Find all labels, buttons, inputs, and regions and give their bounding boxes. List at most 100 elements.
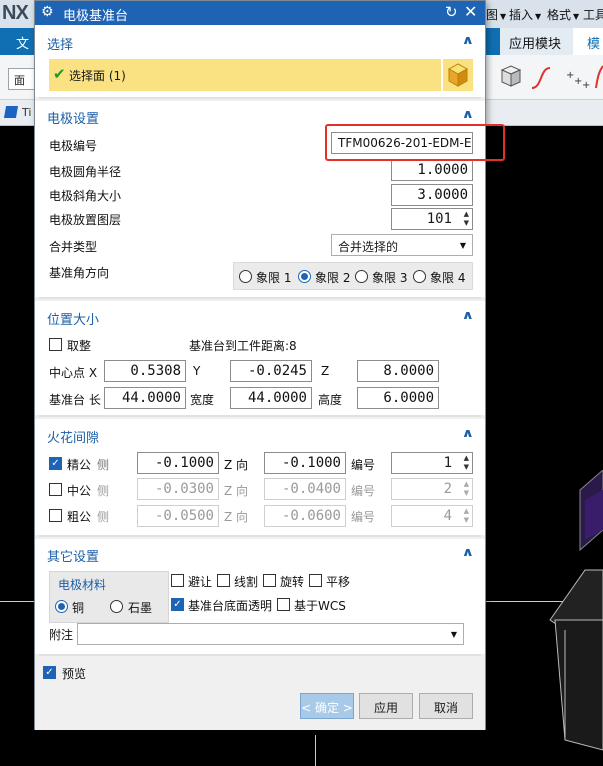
note-dropdown[interactable]: ▼	[77, 623, 464, 645]
layer-label: 电极放置图层	[49, 213, 122, 227]
electrode-base-dialog: ⚙ 电极基准台 ↻ ✕ 选择 ∧ ✔ 选择面 (1) 电极设置 ∧ 电极编号 T…	[34, 0, 486, 730]
electrode-number-label: 电极编号	[49, 139, 98, 153]
material-copper-radio[interactable]	[55, 600, 68, 613]
section-select-header[interactable]: 选择	[47, 34, 73, 53]
section-position-size-header[interactable]: 位置大小	[47, 309, 99, 328]
select-face-button[interactable]	[442, 59, 473, 91]
merge-type-dropdown[interactable]: 合并选择的 ▼	[331, 234, 473, 256]
rough-electrode-checkbox[interactable]	[49, 509, 62, 522]
translate-label: 平移	[326, 575, 351, 589]
chevron-up-icon[interactable]: ∧	[462, 33, 475, 47]
chevron-up-icon[interactable]: ∧	[462, 545, 475, 559]
translate-checkbox[interactable]	[309, 574, 322, 587]
quadrant-3-radio[interactable]	[355, 270, 368, 283]
cube-icon[interactable]	[500, 65, 522, 87]
rough-electrode-label: 粗公	[67, 510, 92, 524]
fine-z-gap-field[interactable]: -0.1000	[264, 452, 346, 474]
menu-item-insert[interactable]: 插入 ▼	[509, 6, 541, 23]
z-direction-label: Z 向	[224, 458, 249, 472]
base-length-field[interactable]: 44.0000	[104, 387, 186, 409]
wire-cut-checkbox[interactable]	[217, 574, 230, 587]
base-height-field[interactable]: 6.0000	[357, 387, 439, 409]
tab-file[interactable]: 文	[16, 33, 29, 52]
reset-icon[interactable]: ↻	[445, 3, 458, 21]
quadrant-2-radio[interactable]	[298, 270, 311, 283]
transparent-bottom-label: 基准台底面透明	[188, 599, 273, 613]
cube-select-icon	[447, 63, 469, 87]
based-on-wcs-checkbox[interactable]	[277, 598, 290, 611]
quadrant-4-label: 象限 4	[430, 271, 466, 285]
number-label: 编号	[351, 458, 376, 472]
section-other-settings-header[interactable]: 其它设置	[47, 546, 99, 565]
separator	[39, 535, 481, 537]
medium-side-gap-field[interactable]: -0.0300	[137, 478, 219, 500]
avoid-checkbox[interactable]	[171, 574, 184, 587]
tab-application-module[interactable]: 应用模块	[500, 28, 573, 55]
material-group-label: 电极材料	[58, 578, 107, 592]
part-nav-icon[interactable]	[3, 106, 19, 118]
preview-checkbox[interactable]: ✓	[43, 666, 56, 679]
chamfer-size-label: 电极斜角大小	[49, 189, 122, 203]
section-electrode-settings-header[interactable]: 电极设置	[47, 108, 99, 127]
section-position-size: 位置大小 ∧ 取整 基准台到工件距离:8 中心点 X 0.5308 Y -0.0…	[35, 301, 485, 415]
chevron-up-icon[interactable]: ∧	[462, 308, 475, 322]
medium-electrode-label: 中公	[67, 484, 92, 498]
check-icon: ✔	[53, 65, 66, 83]
chevron-up-icon[interactable]: ∧	[462, 426, 475, 440]
fine-side-gap-field[interactable]: -0.1000	[137, 452, 219, 474]
quadrant-1-radio[interactable]	[239, 270, 252, 283]
dialog-title-bar[interactable]: ⚙ 电极基准台 ↻ ✕	[35, 1, 485, 25]
based-on-wcs-label: 基于WCS	[294, 599, 346, 613]
chevron-up-icon[interactable]: ∧	[462, 107, 475, 121]
number-label: 编号	[351, 484, 376, 498]
round-checkbox[interactable]	[49, 338, 62, 351]
spinner-arrows-icon[interactable]: ▲ ▼	[464, 480, 469, 498]
close-icon[interactable]: ✕	[464, 2, 477, 21]
spinner-arrows-icon[interactable]: ▲ ▼	[464, 210, 469, 228]
center-x-field[interactable]: 0.5308	[104, 360, 186, 382]
merge-type-value: 合并选择的	[338, 240, 399, 254]
center-z-field[interactable]: 8.0000	[357, 360, 439, 382]
base-length-label: 基准台 长	[49, 393, 101, 407]
menu-item-format[interactable]: 格式 ▼	[547, 6, 579, 23]
center-y-field[interactable]: -0.0245	[230, 360, 312, 382]
medium-electrode-checkbox[interactable]	[49, 483, 62, 496]
medium-z-gap-field[interactable]: -0.0400	[264, 478, 346, 500]
z-direction-label: Z 向	[224, 510, 249, 524]
rough-side-gap-field[interactable]: -0.0500	[137, 505, 219, 527]
distance-text: 基准台到工件距离:8	[189, 339, 297, 353]
menu-item-view[interactable]: 图 ▼	[486, 6, 506, 23]
gear-icon[interactable]: ⚙	[41, 4, 54, 20]
rotate-checkbox[interactable]	[263, 574, 276, 587]
tab-mold[interactable]: 模具	[573, 28, 603, 55]
ok-button[interactable]: < 确定 >	[300, 693, 354, 719]
menu-item-tools[interactable]: 工具	[583, 6, 603, 23]
quadrant-4-radio[interactable]	[413, 270, 426, 283]
medium-number-spinner[interactable]: 2 ▲ ▼	[391, 478, 473, 500]
section-other-settings: 其它设置 ∧ 电极材料 铜 石墨 避让 线割 旋转 平移 ✓ 基准台底面透明 基…	[35, 539, 485, 654]
section-spark-gap-header[interactable]: 火花间隙	[47, 427, 99, 446]
corner-radius-field[interactable]: 1.0000	[391, 159, 473, 181]
center-z-label: Z	[321, 364, 330, 378]
spinner-arrows-icon[interactable]: ▲ ▼	[464, 454, 469, 472]
base-width-field[interactable]: 44.0000	[230, 387, 312, 409]
round-label: 取整	[67, 339, 92, 353]
fine-number-spinner[interactable]: 1 ▲ ▼	[391, 452, 473, 474]
layer-value: 101	[426, 211, 452, 227]
layer-spinner[interactable]: 101 ▲ ▼	[391, 208, 473, 230]
chamfer-size-field[interactable]: 3.0000	[391, 184, 473, 206]
merge-type-label: 合并类型	[49, 240, 98, 254]
fine-electrode-checkbox[interactable]: ✓	[49, 457, 62, 470]
material-group: 电极材料 铜 石墨	[49, 571, 169, 623]
rough-number-spinner[interactable]: 4 ▲ ▼	[391, 505, 473, 527]
rough-z-gap-field[interactable]: -0.0600	[264, 505, 346, 527]
select-face-row[interactable]: ✔ 选择面 (1)	[49, 59, 441, 91]
nx-logo: NX	[2, 2, 29, 24]
spinner-arrows-icon[interactable]: ▲ ▼	[464, 507, 469, 525]
material-graphite-radio[interactable]	[110, 600, 123, 613]
note-label: 附注	[49, 628, 74, 642]
side-label: 侧	[97, 458, 110, 472]
cancel-button[interactable]: 取消	[419, 693, 473, 719]
apply-button[interactable]: 应用	[359, 693, 413, 719]
transparent-bottom-checkbox[interactable]: ✓	[171, 598, 184, 611]
